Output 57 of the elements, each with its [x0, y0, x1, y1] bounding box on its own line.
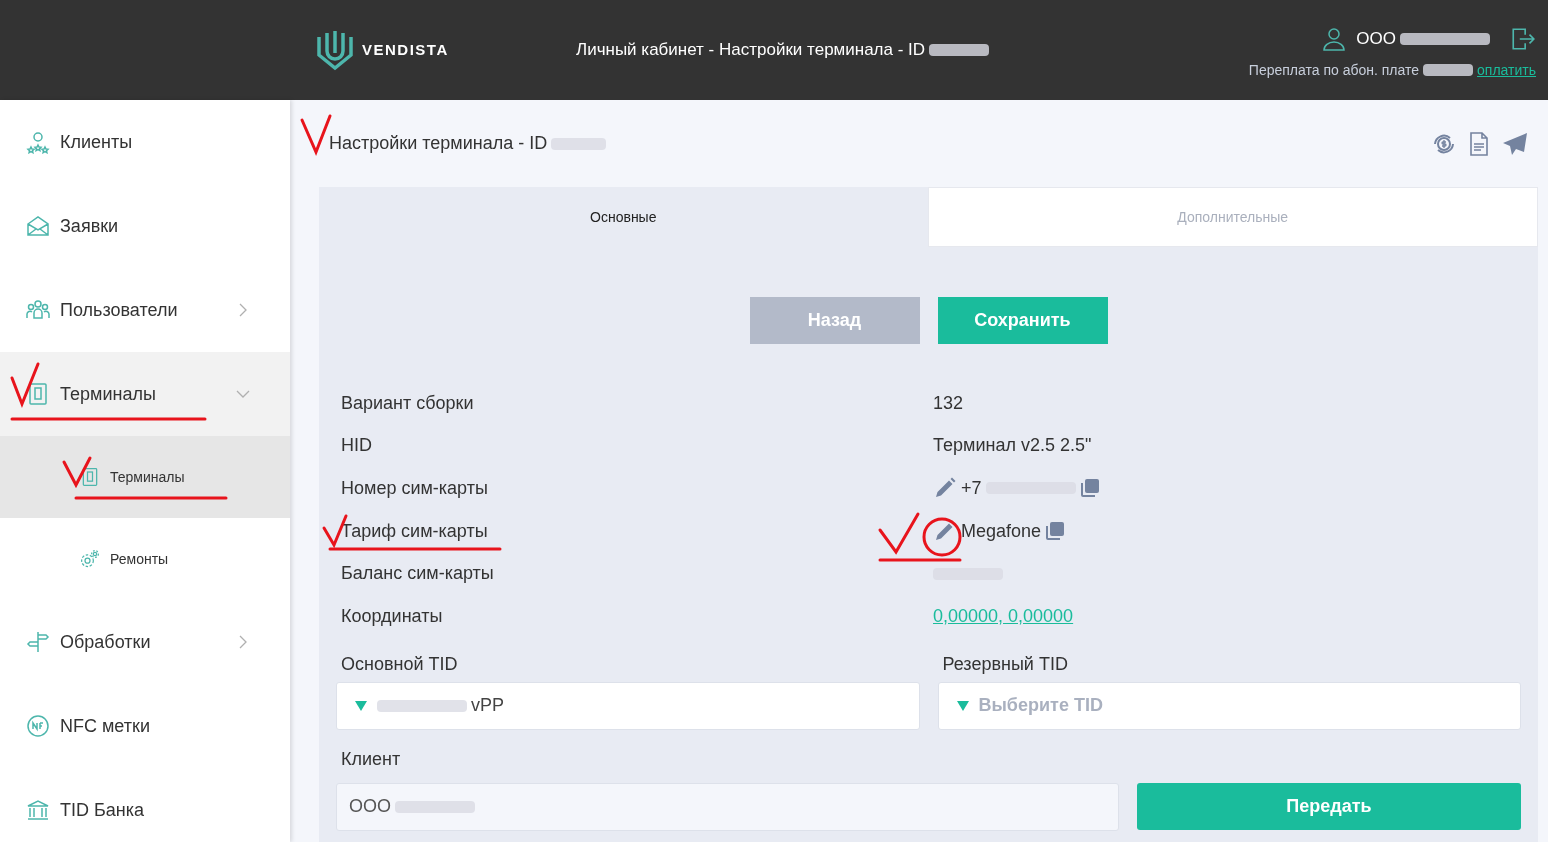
field-label: Клиент	[340, 748, 401, 769]
bank-icon	[26, 798, 50, 822]
field-label: Вариант сборки	[341, 392, 474, 413]
signpost-icon	[26, 630, 50, 654]
document-icon[interactable]	[1468, 131, 1490, 156]
nfc-icon	[26, 714, 50, 738]
send-icon[interactable]	[1502, 131, 1528, 156]
page-header-title: Личный кабинет - Настройки терминала - ID	[576, 39, 926, 62]
check-mark-drawing	[62, 456, 92, 489]
blurred-text	[1423, 64, 1474, 76]
sidebar-item[interactable]: Пользователи	[0, 268, 290, 352]
field-value: Терминал v2.5 2.5"	[933, 434, 1092, 458]
field-value: Megafone	[961, 519, 1042, 543]
page-title: Настройки терминала - ID	[329, 132, 548, 155]
field-value: +7	[961, 477, 982, 500]
sidebar-item[interactable]: TID Банка	[0, 768, 290, 842]
field-label: Номер сим-карты	[341, 478, 488, 498]
company-name: ООО	[1356, 27, 1396, 50]
copy-icon[interactable]	[1045, 521, 1066, 542]
tid-select[interactable]: vPP	[336, 681, 920, 730]
field-value: ООО	[349, 795, 391, 819]
select-value: vPP	[471, 694, 504, 718]
sidebar-item[interactable]: Клиенты	[0, 100, 290, 184]
client-field[interactable]: ООО	[336, 782, 1119, 831]
field-label: Основной TID	[340, 653, 459, 677]
caret-icon	[956, 700, 969, 711]
sidebar-subitem[interactable]: Ремонты	[0, 518, 290, 600]
copy-icon[interactable]	[1079, 478, 1100, 499]
gears-icon	[80, 549, 100, 569]
terminal-icon	[26, 382, 50, 406]
sidebar-item[interactable]: Обработки	[0, 600, 290, 684]
balance-text: Переплата по абон. плате	[1248, 60, 1420, 80]
field-label: Баланс сим-карты	[341, 563, 494, 584]
terminal-icon	[80, 467, 100, 487]
logo-icon	[316, 29, 354, 71]
check-mark-drawing	[10, 362, 40, 409]
field-label: HID	[341, 435, 372, 456]
user-icon	[1322, 26, 1347, 51]
field-label: Тариф сим-карты	[341, 520, 488, 541]
envelope-icon	[26, 214, 50, 238]
sidebar-item[interactable]: Заявки	[0, 184, 290, 268]
select-placeholder: Выберите TID	[978, 694, 1103, 718]
users-stars-icon	[26, 130, 50, 154]
check-mark-drawing	[300, 114, 332, 156]
logout-icon[interactable]	[1510, 25, 1536, 52]
pay-link[interactable]: оплатить	[1477, 59, 1536, 81]
sidebar-subitem[interactable]: Терминалы	[0, 436, 290, 518]
logo-text: VENDISTA	[362, 39, 449, 60]
field-label: Координаты	[341, 605, 443, 626]
sidebar-item[interactable]: NFC метки	[0, 684, 290, 768]
sidebar-item[interactable]: Терминалы	[0, 352, 290, 436]
check-mark-drawing	[878, 512, 920, 555]
field-label: Резервный TID	[941, 653, 1069, 677]
circle-drawing	[922, 517, 962, 557]
people-icon	[26, 298, 50, 322]
caret-icon	[355, 700, 367, 711]
field-value: 132	[933, 391, 964, 415]
